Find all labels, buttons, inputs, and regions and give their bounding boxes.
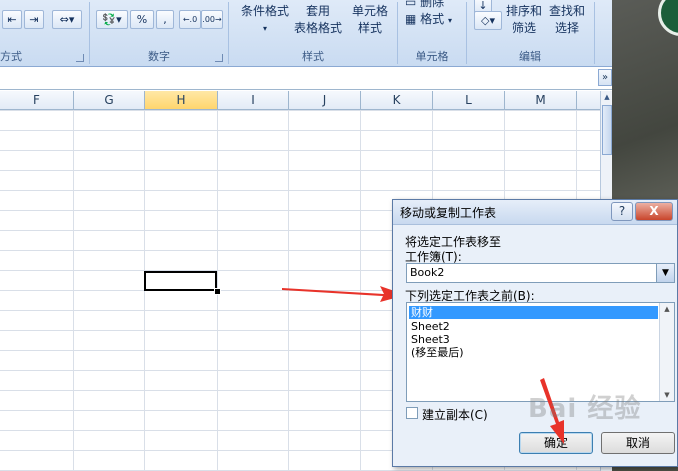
scroll-down-icon[interactable]: ▼ xyxy=(660,389,674,401)
list-item[interactable]: (移至最后) xyxy=(409,346,658,359)
list-item[interactable]: Sheet2 xyxy=(409,320,658,333)
currency-format-icon[interactable]: 💱▾ xyxy=(96,10,128,29)
move-copy-sheet-dialog: 移动或复制工作表 ? X 将选定工作表移至 工作簿(T): Book2 ▼ 下列… xyxy=(392,199,678,467)
dialog-titlebar[interactable]: 移动或复制工作表 ? X xyxy=(393,200,677,225)
column-header-L[interactable]: L xyxy=(433,91,505,109)
delete-label: 删除 xyxy=(420,0,445,9)
group-label-cells: 单元格 xyxy=(415,50,449,63)
group-label-styles: 样式 xyxy=(302,50,324,63)
ribbon-group-number: 💱▾ % , ←.0 .00→ 数字 xyxy=(91,0,227,66)
copy-checkbox[interactable] xyxy=(406,407,418,419)
cell-style-button[interactable]: 单元格 样式 xyxy=(346,3,394,37)
workbook-value: Book2 xyxy=(410,266,445,279)
formula-bar[interactable]: » xyxy=(0,67,612,90)
chevron-down-icon[interactable]: ▼ xyxy=(656,264,674,282)
sort-label-2: 筛选 xyxy=(511,21,536,35)
column-header-I[interactable]: I xyxy=(218,91,289,109)
column-header-M[interactable]: M xyxy=(505,91,577,109)
comma-button[interactable]: , xyxy=(156,10,174,29)
active-cell[interactable] xyxy=(144,271,217,291)
expand-formula-bar-button[interactable]: » xyxy=(598,69,612,86)
number-launcher-icon[interactable] xyxy=(215,54,223,62)
cell-style-label-2: 样式 xyxy=(357,21,382,35)
column-header-row: F G H I J K L M xyxy=(0,91,600,110)
column-header-K[interactable]: K xyxy=(361,91,433,109)
merge-center-icon[interactable]: ⇔▾ xyxy=(52,10,82,29)
ribbon-separator xyxy=(397,2,398,64)
list-item[interactable]: Sheet3 xyxy=(409,333,658,346)
copy-checkbox-label[interactable]: 建立副本(C) xyxy=(422,406,488,423)
sort-label-1: 排序和 xyxy=(505,4,542,18)
cell-style-label-1: 单元格 xyxy=(351,4,388,18)
delete-icon: ▭ xyxy=(405,0,417,9)
alignment-launcher-icon[interactable] xyxy=(76,54,84,62)
decrease-decimal-icon[interactable]: .00→ xyxy=(201,10,223,29)
fill-handle[interactable] xyxy=(214,288,221,295)
conditional-format-label: 条件格式 xyxy=(240,4,289,18)
find-label-2: 选择 xyxy=(554,21,579,35)
gridline xyxy=(73,110,74,471)
ribbon-group-cells: ▭ 删除 ▦ 格式 ▾ 单元格 xyxy=(399,0,465,66)
app-logo xyxy=(658,0,678,36)
clear-eraser-icon[interactable]: ◇▾ xyxy=(474,11,502,30)
format-label: 格式 xyxy=(420,12,445,26)
format-icon: ▦ xyxy=(405,12,417,26)
increase-decimal-icon[interactable]: ←.0 xyxy=(179,10,201,29)
ribbon-separator xyxy=(89,2,90,64)
ribbon-separator xyxy=(228,2,229,64)
watermark: Bai 经验 xyxy=(528,394,642,424)
format-cells-button[interactable]: ▦ 格式 ▾ xyxy=(405,11,463,29)
chevron-down-icon: ▾ xyxy=(448,16,453,25)
find-select-button[interactable]: 查找和 选择 xyxy=(546,3,588,37)
annotation-arrow-shape xyxy=(282,286,406,302)
group-label-number: 数字 xyxy=(148,50,170,63)
table-format-button[interactable]: 套用 表格格式 xyxy=(288,3,348,37)
ribbon-separator xyxy=(466,2,467,64)
list-scrollbar[interactable]: ▲ ▼ xyxy=(659,303,674,401)
column-header-H[interactable]: H xyxy=(145,91,218,109)
table-format-label-2: 表格格式 xyxy=(293,21,342,35)
percent-button[interactable]: % xyxy=(130,10,154,29)
table-format-label-1: 套用 xyxy=(305,4,330,18)
group-label-alignment: 方式 xyxy=(0,50,22,63)
chevron-down-icon: ▾ xyxy=(262,24,267,33)
ribbon-group-editing: ↓ ◇▾ 排序和 筛选 查找和 选择 编辑 xyxy=(468,0,592,66)
scroll-thumb[interactable] xyxy=(602,105,612,155)
sort-filter-button[interactable]: 排序和 筛选 xyxy=(504,3,544,37)
annotation-arrow xyxy=(282,286,406,302)
list-item[interactable]: 财财 xyxy=(409,306,658,319)
conditional-format-button[interactable]: 条件格式 ▾ xyxy=(234,3,296,37)
help-button[interactable]: ? xyxy=(611,202,633,221)
ribbon-group-alignment: ⇤ ⇥ ⇔▾ 方式 xyxy=(0,0,88,66)
column-header-F[interactable]: F xyxy=(0,91,74,109)
find-label-1: 查找和 xyxy=(548,4,585,18)
column-header-G[interactable]: G xyxy=(74,91,145,109)
workbook-select[interactable]: Book2 ▼ xyxy=(406,263,675,283)
column-header-J[interactable]: J xyxy=(289,91,361,109)
ribbon: ⇤ ⇥ ⇔▾ 方式 💱▾ % , ←.0 .00→ 数字 条件格式 ▾ 套用 表… xyxy=(0,0,612,67)
cancel-button[interactable]: 取消 xyxy=(601,432,675,454)
ribbon-group-styles: 条件格式 ▾ 套用 表格格式 单元格 样式 样式 xyxy=(230,0,396,66)
close-button[interactable]: X xyxy=(635,202,673,221)
increase-indent-icon[interactable]: ⇥ xyxy=(24,10,44,29)
ribbon-separator xyxy=(594,2,595,64)
decrease-indent-icon[interactable]: ⇤ xyxy=(2,10,22,29)
group-label-editing: 编辑 xyxy=(519,50,541,63)
scroll-up-icon[interactable]: ▲ xyxy=(660,303,674,315)
dialog-title: 移动或复制工作表 xyxy=(400,206,497,220)
delete-cells-button[interactable]: ▭ 删除 xyxy=(405,0,461,11)
